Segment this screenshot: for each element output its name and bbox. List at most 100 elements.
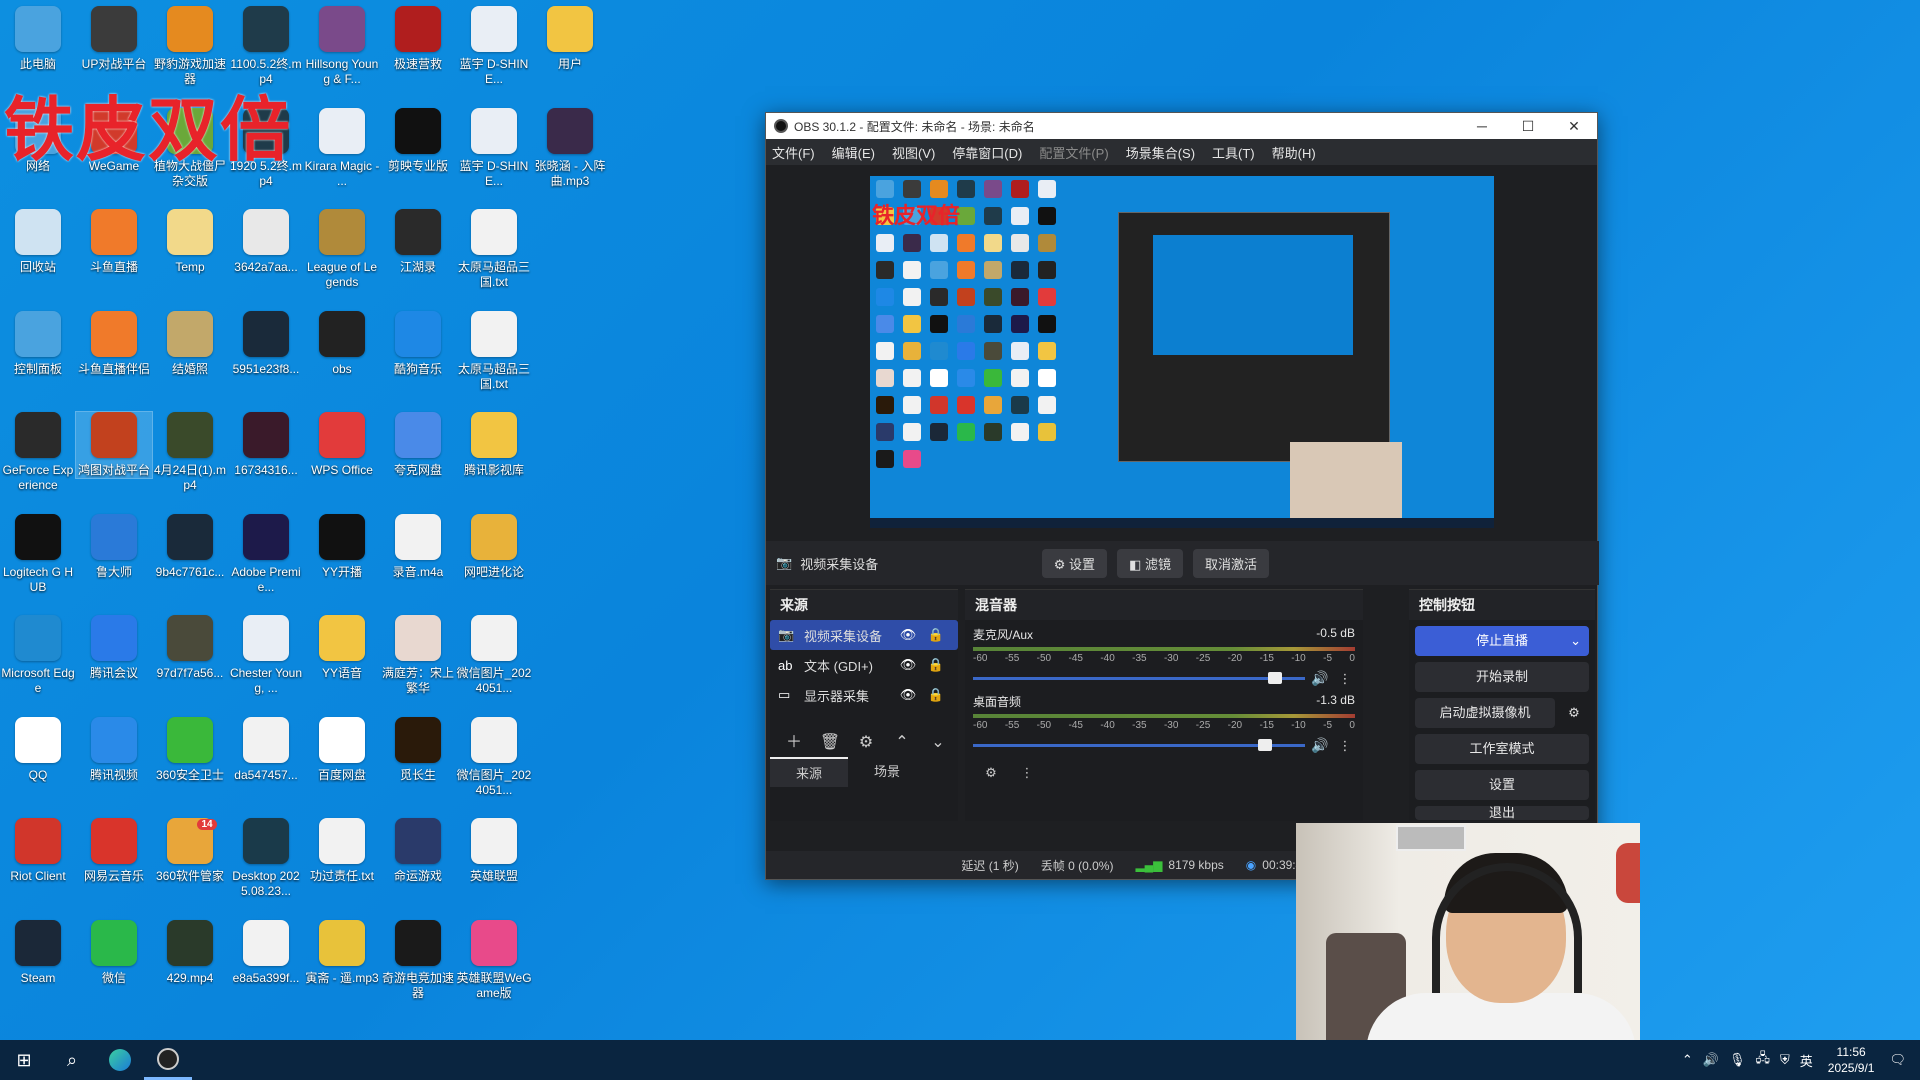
virtual-camera-button[interactable]: 启动虚拟摄像机 <box>1415 698 1555 728</box>
desktop-icon[interactable]: Steam <box>0 919 76 986</box>
context-filters-button[interactable]: ◧ 滤镜 <box>1117 548 1183 578</box>
desktop-icon[interactable]: 蓝宇 D-SHINE... <box>456 6 532 87</box>
minimize-button[interactable]: ─ <box>1459 118 1505 134</box>
desktop-icon[interactable]: 夸克网盘 <box>380 412 456 478</box>
desktop-icon[interactable]: 控制面板 <box>0 310 76 377</box>
desktop-icon[interactable]: 张晓涵 - 入阵曲.mp3 <box>532 107 608 189</box>
desktop-icon[interactable]: e8a5a399f... <box>228 919 304 986</box>
channel-menu-icon[interactable]: ⋮ <box>1335 671 1355 687</box>
source-item[interactable]: ab 文本 (GDI+) 👁 🔒 <box>770 650 958 680</box>
desktop-icon[interactable]: 奇游电竞加速器 <box>380 919 456 1001</box>
menu-item[interactable]: 停靠窗口(D) <box>952 143 1022 162</box>
desktop-icon[interactable]: 5951e23f8... <box>228 310 304 377</box>
desktop-icon[interactable]: 鸿图对战平台 <box>75 411 153 479</box>
desktop-icon[interactable]: GeForce Experience <box>0 412 76 493</box>
desktop-icon[interactable]: Logitech G HUB <box>0 513 76 595</box>
desktop-icon[interactable]: 此电脑 <box>0 6 76 72</box>
desktop-icon[interactable]: QQ <box>0 716 76 783</box>
gear-icon[interactable]: ⚙ <box>848 729 884 757</box>
maximize-button[interactable]: ☐ <box>1505 118 1551 135</box>
desktop-icon[interactable]: 腾讯会议 <box>76 615 152 681</box>
advanced-audio-gear-icon[interactable]: ⚙ <box>973 759 1009 787</box>
obs-titlebar[interactable]: OBS 30.1.2 - 配置文件: 未命名 - 场景: 未命名 ─ ☐ ✕ <box>766 113 1597 139</box>
desktop-icon[interactable]: 微信图片_2024051... <box>456 615 532 696</box>
desktop-icon[interactable]: 鲁大师 <box>76 513 152 580</box>
eye-icon[interactable]: 👁 <box>894 657 922 673</box>
desktop-icon[interactable]: 4月24日(1).mp4 <box>152 412 228 493</box>
desktop-icon[interactable]: Temp <box>152 209 228 275</box>
desktop-icon[interactable]: 酷狗音乐 <box>380 310 456 377</box>
desktop-icon[interactable]: Microsoft Edge <box>0 615 76 696</box>
obs-preview[interactable]: 铁皮双倍 <box>870 176 1494 528</box>
desktop-icon[interactable]: 16734316... <box>228 412 304 478</box>
menu-item[interactable]: 配置文件(P) <box>1039 143 1108 162</box>
desktop-icon[interactable]: 满庭芳：宋上繁华 <box>380 615 456 696</box>
desktop-icon[interactable]: 斗鱼直播 <box>76 209 152 275</box>
desktop-icon[interactable]: 腾讯视频 <box>76 716 152 783</box>
channel-menu-icon[interactable]: ⋮ <box>1335 738 1355 754</box>
notification-icon[interactable]: 🗨 <box>1889 1052 1906 1068</box>
desktop-icon[interactable]: 360安全卫士 <box>152 716 228 783</box>
move-down-icon[interactable]: ⌄ <box>920 729 956 757</box>
desktop-icon[interactable]: 英雄联盟WeGame版 <box>456 919 532 1001</box>
speaker-icon[interactable]: 🔊 <box>1305 737 1335 754</box>
desktop-icon[interactable]: 腾讯影视库 <box>456 412 532 478</box>
context-settings-button[interactable]: ⚙ 设置 <box>1041 548 1108 578</box>
lock-icon[interactable]: 🔒 <box>922 627 950 643</box>
desktop-icon[interactable]: 剪映专业版 <box>380 107 456 174</box>
desktop-icon[interactable]: YY开播 <box>304 513 380 580</box>
security-icon[interactable]: ⛨ <box>1780 1052 1790 1068</box>
menu-item[interactable]: 编辑(E) <box>832 143 875 162</box>
source-item[interactable]: ▭ 显示器采集 👁 🔒 <box>770 680 958 710</box>
chevron-down-icon[interactable]: ⌄ <box>1570 626 1581 656</box>
desktop-icon[interactable]: 用户 <box>532 6 608 72</box>
add-source-icon[interactable]: ＋ <box>776 729 812 757</box>
desktop-icon[interactable]: YY语音 <box>304 615 380 681</box>
source-item[interactable]: 📷 视频采集设备 👁 🔒 <box>770 620 958 650</box>
desktop-icon[interactable]: 功过责任.txt <box>304 818 380 884</box>
desktop-icon[interactable]: 英雄联盟 <box>456 818 532 884</box>
desktop-icon[interactable]: Desktop 2025.08.23... <box>228 818 304 899</box>
menu-item[interactable]: 视图(V) <box>892 143 935 162</box>
desktop-icon[interactable]: 寅斋 - 遥.mp3 <box>304 919 380 986</box>
eye-icon[interactable]: 👁 <box>894 627 922 643</box>
desktop-icon[interactable]: 3642a7aa... <box>228 209 304 275</box>
studio-mode-button[interactable]: 工作室模式 <box>1415 734 1589 764</box>
microphone-icon[interactable]: 🎙 <box>1729 1052 1746 1068</box>
desktop-icon[interactable]: WPS Office <box>304 412 380 478</box>
desktop-icon[interactable]: 14 360软件管家 <box>152 818 228 884</box>
tab-sources[interactable]: 来源 <box>770 757 848 787</box>
volume-slider[interactable] <box>973 739 1305 751</box>
lock-icon[interactable]: 🔒 <box>922 657 950 673</box>
desktop-icon[interactable]: 429.mp4 <box>152 919 228 986</box>
desktop-icon[interactable]: 太原马超品三国.txt <box>456 310 532 392</box>
volume-slider-knob[interactable] <box>1257 739 1272 751</box>
desktop-icon[interactable]: 微信图片_2024051... <box>456 716 532 798</box>
desktop-icon[interactable]: 网吧进化论 <box>456 513 532 580</box>
volume-slider[interactable] <box>973 672 1305 684</box>
ime-indicator[interactable]: 英 <box>1800 1051 1813 1070</box>
volume-icon[interactable]: 🔊 <box>1703 1052 1719 1068</box>
context-deactivate-button[interactable]: 取消激活 <box>1192 548 1269 578</box>
mixer-menu-icon[interactable]: ⋮ <box>1009 759 1045 787</box>
desktop-icon[interactable]: Hillsong Young & F... <box>304 6 380 87</box>
obs-taskbar-icon[interactable] <box>144 1040 192 1080</box>
desktop-icon[interactable]: da547457... <box>228 716 304 783</box>
desktop-icon[interactable]: 极速营救 <box>380 6 456 72</box>
desktop-icon[interactable]: 回收站 <box>0 209 76 275</box>
search-icon[interactable]: ⌕ <box>48 1040 96 1080</box>
desktop-icon[interactable]: Kirara Magic - ... <box>304 107 380 189</box>
desktop-icon[interactable]: 江湖录 <box>380 209 456 275</box>
desktop-icon[interactable]: 97d7f7a56... <box>152 615 228 681</box>
virtual-camera-gear-icon[interactable]: ⚙ <box>1559 698 1589 728</box>
desktop-icon[interactable]: 太原马超品三国.txt <box>456 209 532 290</box>
menu-item[interactable]: 帮助(H) <box>1272 143 1316 162</box>
desktop-icon[interactable]: Adobe Premie... <box>228 513 304 595</box>
obs-window[interactable]: OBS 30.1.2 - 配置文件: 未命名 - 场景: 未命名 ─ ☐ ✕ 文… <box>765 112 1599 880</box>
chevron-up-icon[interactable]: ⌃ <box>1682 1052 1693 1068</box>
speaker-icon[interactable]: 🔊 <box>1305 670 1335 687</box>
edge-icon[interactable] <box>96 1040 144 1080</box>
desktop-icon[interactable]: League of Legends <box>304 209 380 290</box>
desktop-icon[interactable]: 百度网盘 <box>304 716 380 783</box>
menu-item[interactable]: 场景集合(S) <box>1126 143 1195 162</box>
